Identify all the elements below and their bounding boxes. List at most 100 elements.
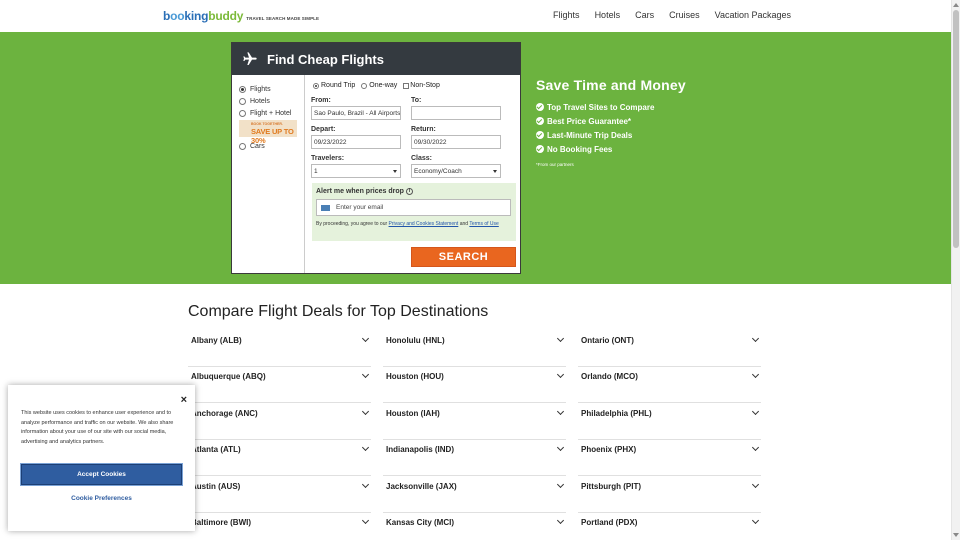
- depart-label: Depart:: [311, 126, 336, 133]
- radio-icon[interactable]: [313, 82, 319, 89]
- check-circle-icon: [536, 145, 544, 153]
- destination-row[interactable]: Albany (ALB): [188, 331, 371, 367]
- chevron-down-icon[interactable]: [556, 334, 565, 343]
- destination-row[interactable]: Albuquerque (ABQ): [188, 367, 371, 403]
- destination-row[interactable]: Pittsburgh (PIT): [578, 477, 761, 513]
- compare-title: Compare Flight Deals for Top Destination…: [188, 303, 489, 320]
- non-stop-checkbox[interactable]: Non-Stop: [403, 82, 440, 89]
- main-nav: Flights Hotels Cars Cruises Vacation Pac…: [553, 10, 791, 20]
- trip-type-row: Round Trip One-way Non-Stop: [313, 82, 440, 89]
- travelers-label: Travelers:: [311, 155, 345, 162]
- check-circle-icon: [536, 103, 544, 111]
- search-title: Find Cheap Flights: [267, 51, 384, 67]
- benefit-item: Best Price Guarantee*: [536, 114, 686, 128]
- radio-icon[interactable]: [239, 109, 246, 117]
- chevron-down-icon[interactable]: [751, 370, 760, 379]
- destination-row[interactable]: Anchorage (ANC): [188, 404, 371, 440]
- airplane-icon: [243, 52, 257, 65]
- chevron-down-icon[interactable]: [751, 334, 760, 343]
- search-type-list: Flights Hotels Flight + Hotel BOOK TOGET…: [232, 75, 305, 273]
- chevron-down-icon[interactable]: [751, 407, 760, 416]
- trip-round[interactable]: Round Trip: [313, 82, 355, 89]
- nav-vacation-packages[interactable]: Vacation Packages: [715, 10, 791, 20]
- check-circle-icon: [536, 131, 544, 139]
- terms-link[interactable]: Terms of Use: [469, 221, 498, 227]
- to-input[interactable]: [411, 106, 501, 120]
- chevron-down-icon[interactable]: [361, 370, 370, 379]
- price-alert-box: Alert me when prices drop i Enter your em…: [312, 183, 516, 241]
- travelers-select[interactable]: 1: [311, 164, 401, 178]
- chevron-down-icon[interactable]: [556, 407, 565, 416]
- nav-cars[interactable]: Cars: [635, 10, 654, 20]
- to-label: To:: [411, 97, 422, 104]
- page-scrollbar[interactable]: [951, 0, 960, 540]
- chevron-down-icon[interactable]: [361, 407, 370, 416]
- destination-row[interactable]: Jacksonville (JAX): [383, 477, 566, 513]
- benefit-item: No Booking Fees: [536, 142, 686, 156]
- legal-text: By proceeding, you agree to our Privacy …: [316, 221, 499, 227]
- depart-date-input[interactable]: 09/23/2022: [311, 135, 401, 149]
- destination-row[interactable]: Austin (AUS): [188, 477, 371, 513]
- destination-row[interactable]: Houston (HOU): [383, 367, 566, 403]
- scroll-up-icon[interactable]: [953, 3, 959, 7]
- chevron-down-icon: [493, 170, 497, 173]
- close-icon[interactable]: ×: [181, 394, 187, 406]
- chevron-down-icon[interactable]: [361, 516, 370, 525]
- nav-cruises[interactable]: Cruises: [669, 10, 700, 20]
- search-header: Find Cheap Flights: [232, 43, 520, 75]
- from-input[interactable]: Sao Paulo, Brazil - All Airports: [311, 106, 401, 120]
- radio-icon[interactable]: [239, 142, 246, 150]
- chevron-down-icon[interactable]: [556, 443, 565, 452]
- chevron-down-icon[interactable]: [556, 516, 565, 525]
- chevron-down-icon[interactable]: [751, 443, 760, 452]
- benefits-heading: Save Time and Money: [536, 77, 686, 93]
- return-date-input[interactable]: 09/30/2022: [411, 135, 501, 149]
- destination-row[interactable]: Atlanta (ATL): [188, 440, 371, 476]
- chevron-down-icon[interactable]: [361, 443, 370, 452]
- destination-row[interactable]: Honolulu (HNL): [383, 331, 566, 367]
- chevron-down-icon[interactable]: [361, 334, 370, 343]
- destination-row[interactable]: Kansas City (MCI): [383, 513, 566, 540]
- search-button[interactable]: SEARCH: [411, 247, 516, 267]
- envelope-icon: [321, 204, 330, 211]
- cookie-text: This website uses cookies to enhance use…: [21, 410, 174, 445]
- info-icon[interactable]: i: [405, 188, 413, 195]
- chevron-down-icon[interactable]: [361, 480, 370, 489]
- nav-flights[interactable]: Flights: [553, 10, 580, 20]
- radio-icon[interactable]: [239, 85, 246, 93]
- cookie-consent-panel: × This website uses cookies to enhance u…: [8, 385, 195, 531]
- chevron-down-icon[interactable]: [556, 480, 565, 489]
- radio-icon[interactable]: [239, 97, 246, 105]
- email-field[interactable]: Enter your email: [316, 199, 511, 216]
- return-label: Return:: [411, 126, 436, 133]
- chevron-down-icon[interactable]: [556, 370, 565, 379]
- chevron-down-icon[interactable]: [751, 480, 760, 489]
- bookingbuddy-logo[interactable]: bookingbuddy TRAVEL SEARCH MADE SIMPLE: [163, 9, 319, 23]
- destination-row[interactable]: Portland (PDX): [578, 513, 761, 540]
- flight-fields: Round Trip One-way Non-Stop From: Sao Pa…: [305, 75, 520, 273]
- accept-cookies-button[interactable]: Accept Cookies: [21, 464, 182, 485]
- cookie-preferences-link[interactable]: Cookie Preferences: [21, 495, 182, 502]
- check-circle-icon: [536, 117, 544, 125]
- destination-row[interactable]: Houston (IAH): [383, 404, 566, 440]
- from-label: From:: [311, 97, 331, 104]
- scrollbar-thumb[interactable]: [953, 10, 959, 248]
- type-hotels[interactable]: Hotels: [239, 95, 304, 107]
- destination-row[interactable]: Indianapolis (IND): [383, 440, 566, 476]
- destination-row[interactable]: Philadelphia (PHL): [578, 404, 761, 440]
- destination-row[interactable]: Orlando (MCO): [578, 367, 761, 403]
- trip-one-way[interactable]: One-way: [361, 82, 397, 89]
- destination-row[interactable]: Baltimore (BWI): [188, 513, 371, 540]
- scroll-down-icon[interactable]: [953, 533, 959, 537]
- checkbox-icon[interactable]: [403, 82, 410, 89]
- radio-icon[interactable]: [361, 82, 368, 89]
- class-select[interactable]: Economy/Coach: [411, 164, 501, 178]
- privacy-link[interactable]: Privacy and Cookies Statement: [389, 221, 459, 227]
- destination-row[interactable]: Phoenix (PHX): [578, 440, 761, 476]
- nav-hotels[interactable]: Hotels: [595, 10, 621, 20]
- type-flight-hotel[interactable]: Flight + Hotel: [239, 107, 304, 119]
- destination-row[interactable]: Ontario (ONT): [578, 331, 761, 367]
- class-label: Class:: [411, 155, 433, 162]
- type-flights[interactable]: Flights: [239, 83, 304, 95]
- chevron-down-icon[interactable]: [751, 516, 760, 525]
